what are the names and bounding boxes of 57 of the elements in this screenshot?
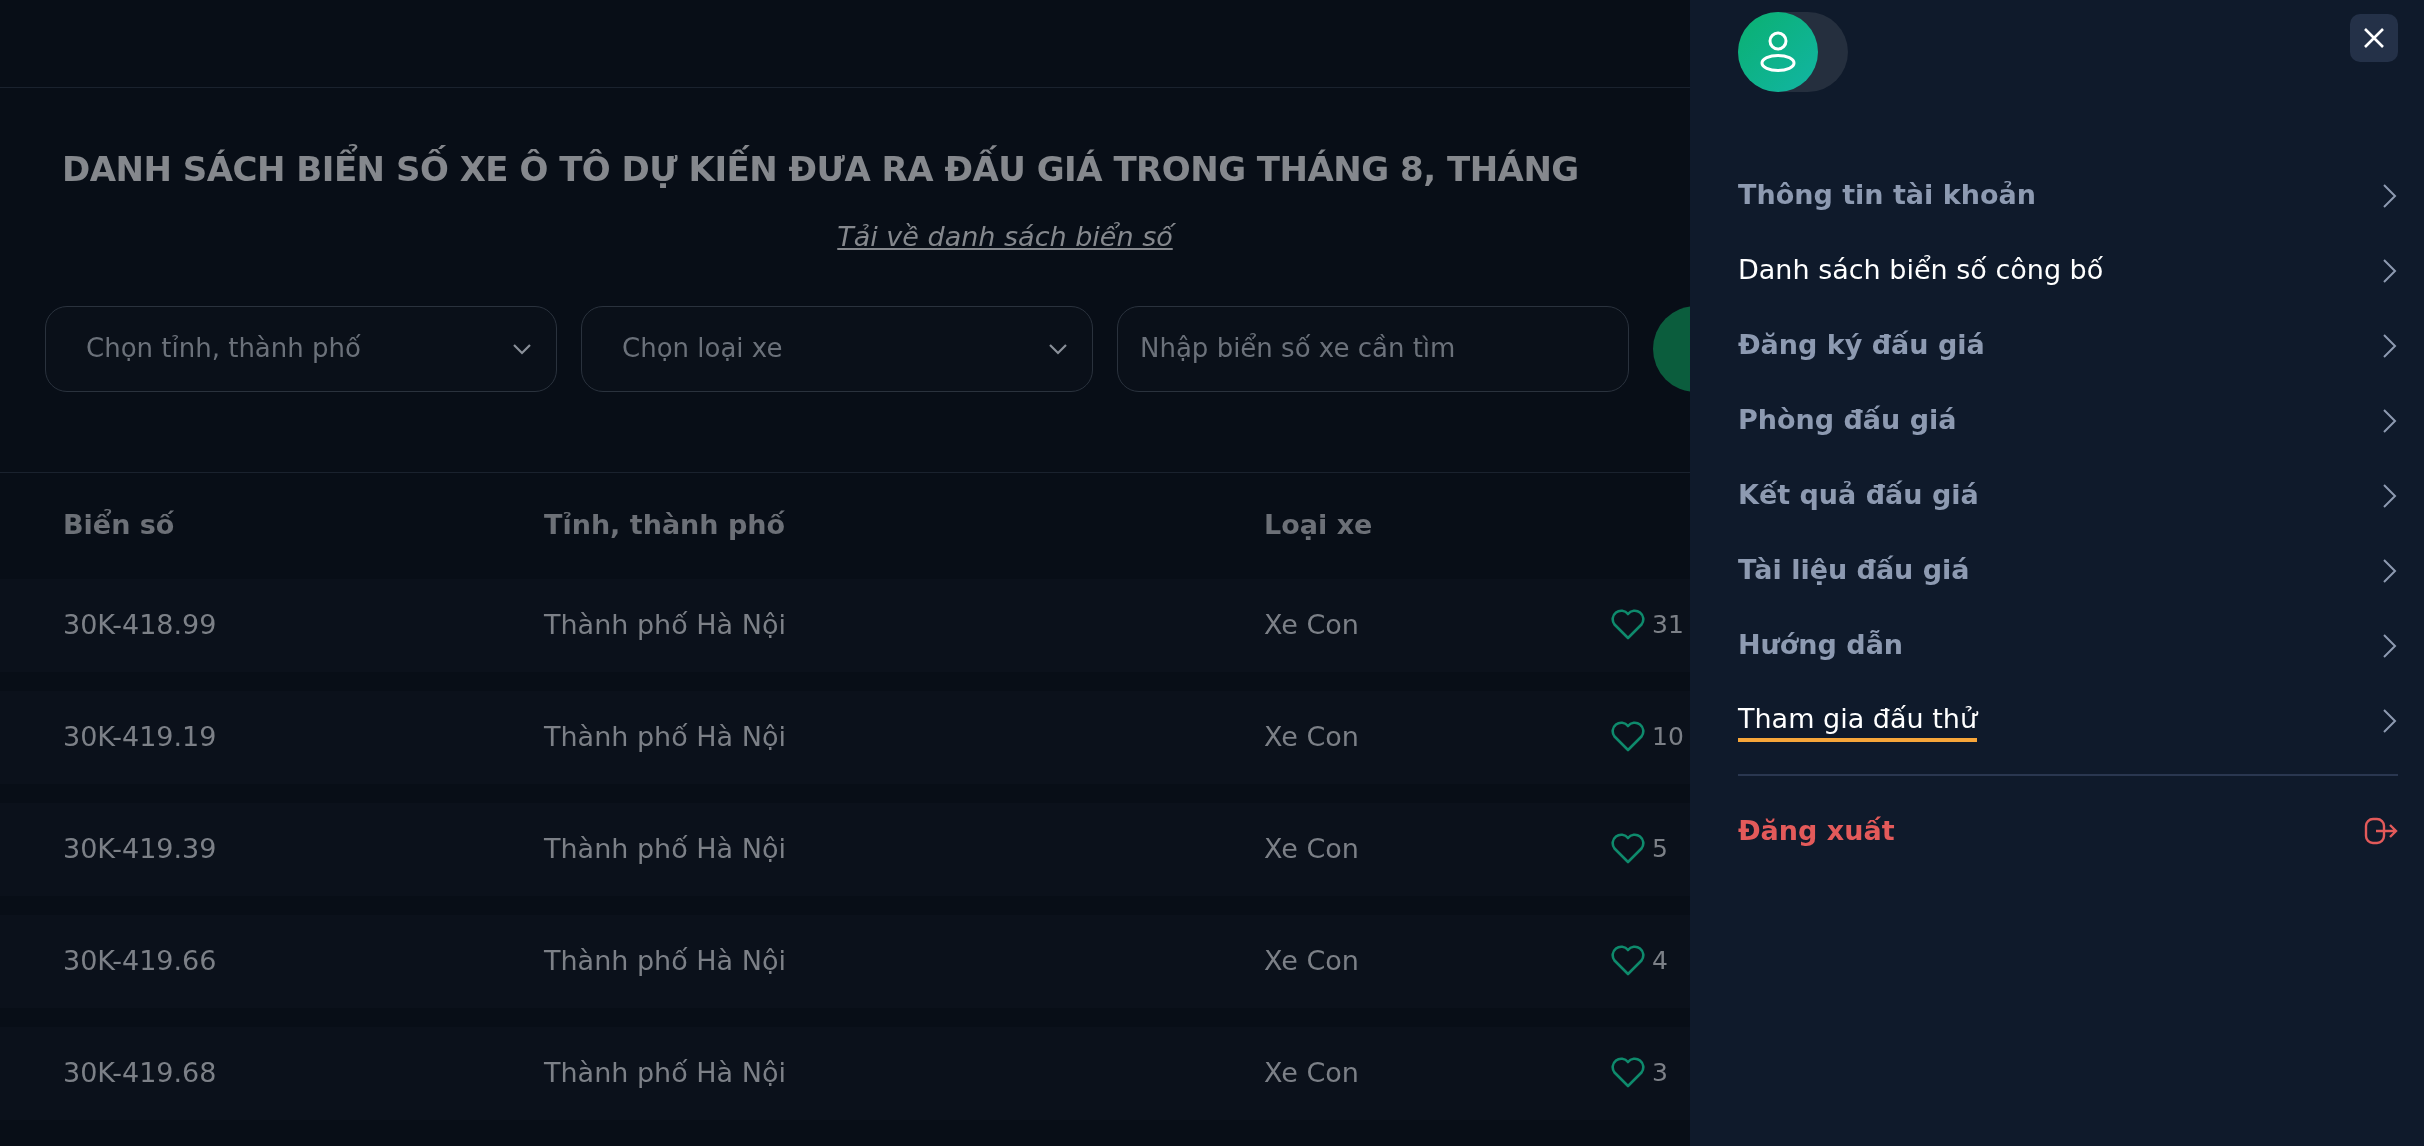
table-cell-text: Xe Con [1264, 719, 1360, 754]
close-icon [2362, 26, 2386, 50]
logout-link[interactable]: Đăng xuất [1738, 776, 2398, 886]
like-count: 10 [1652, 721, 1684, 754]
chevron-right-icon [2382, 707, 2398, 734]
chevron-right-icon [2382, 182, 2398, 209]
chevron-down-icon [512, 342, 532, 355]
menu-item[interactable]: Đăng ký đấu giá [1738, 308, 2398, 383]
heart-icon[interactable] [1610, 833, 1646, 865]
column-header: Loại xe [1264, 508, 1374, 543]
chevron-right-icon [2382, 407, 2398, 434]
like-count: 31 [1652, 609, 1684, 642]
avatar-icon[interactable] [1738, 12, 1818, 92]
chevron-right-icon [2382, 632, 2398, 659]
close-button[interactable] [2350, 14, 2398, 62]
menu-item[interactable]: Kết quả đấu giá [1738, 458, 2398, 533]
table-cell-text: Xe Con [1264, 831, 1360, 866]
menu-item[interactable]: Phòng đấu giá [1738, 383, 2398, 458]
like-count: 3 [1652, 1057, 1668, 1090]
menu-item[interactable]: Thông tin tài khoản [1738, 158, 2398, 233]
page-title: DANH SÁCH BIỂN SỐ XE Ô TÔ DỰ KIẾN ĐƯA RA ĐẤU GIÁ TRONG THÁNG 8, THÁNG [0, 88, 1690, 195]
chevron-right-icon [2382, 257, 2398, 284]
logout-icon [2364, 816, 2398, 846]
table-cell-text: 30K-419.19 [62, 719, 218, 754]
menu-item[interactable]: Tham gia đấu thử [1738, 683, 2398, 758]
chevron-right-icon [2382, 557, 2398, 584]
menu-item[interactable]: Tài liệu đấu giá [1738, 533, 2398, 608]
table-cell-text: 30K-419.66 [62, 943, 218, 978]
table-cell-text: Thành phố Hà Nội [544, 719, 787, 754]
heart-icon[interactable] [1610, 945, 1646, 977]
table-cell-text: 30K-418.99 [62, 607, 218, 642]
menu-item[interactable]: Hướng dẫn [1738, 608, 2398, 683]
select-field[interactable]: Chọn tỉnh, thành phố [45, 305, 557, 392]
select-field[interactable]: Chọn loại xe [581, 305, 1093, 392]
chevron-right-icon [2382, 332, 2398, 359]
table-cell-text: Xe Con [1264, 607, 1360, 642]
like-count: 5 [1652, 833, 1668, 866]
column-header: Biển số [62, 508, 176, 543]
table-cell-text: Thành phố Hà Nội [544, 607, 787, 642]
table-cell-text: Xe Con [1264, 1055, 1360, 1090]
table-cell-text: Thành phố Hà Nội [544, 943, 787, 978]
like-count: 4 [1652, 945, 1668, 978]
download-link[interactable]: Tải về danh sách biển số [0, 217, 1690, 258]
table-cell-text: 30K-419.68 [62, 1055, 218, 1090]
chevron-right-icon [2382, 482, 2398, 509]
table-cell-text: Thành phố Hà Nội [544, 831, 787, 866]
menu-item[interactable]: Danh sách biển số công bố [1738, 233, 2398, 308]
chevron-down-icon [1048, 342, 1068, 355]
column-header: Tỉnh, thành phố [544, 508, 787, 543]
search-input[interactable]: Nhập biển số xe cần tìm [1140, 329, 1604, 368]
table-cell-text: Xe Con [1264, 943, 1360, 978]
table-cell-text: Thành phố Hà Nội [544, 1055, 787, 1090]
search-field[interactable]: Nhập biển số xe cần tìm [1117, 305, 1629, 392]
heart-icon[interactable] [1610, 721, 1646, 753]
heart-icon[interactable] [1610, 1057, 1646, 1089]
heart-icon[interactable] [1610, 609, 1646, 641]
table-cell-text: 30K-419.39 [62, 831, 218, 866]
